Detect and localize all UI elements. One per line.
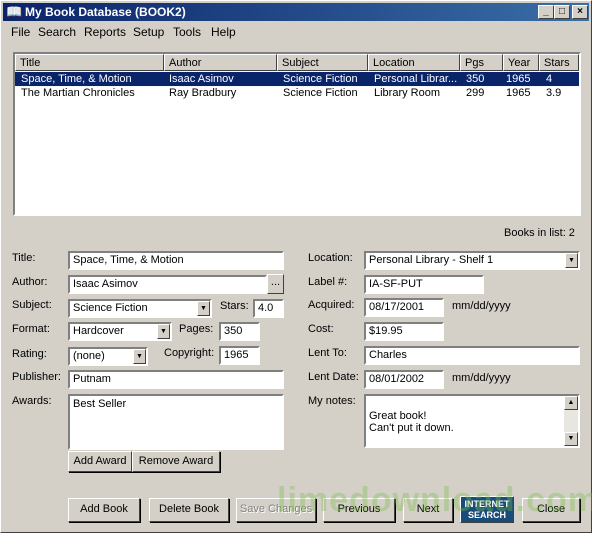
col-title[interactable]: Title bbox=[15, 54, 164, 71]
notes-field[interactable]: Great book! Can't put it down. ▲ ▼ bbox=[364, 394, 580, 448]
chevron-down-icon[interactable]: ▼ bbox=[157, 324, 170, 339]
cell-title: Space, Time, & Motion bbox=[21, 73, 132, 85]
cell-year: 1965 bbox=[506, 73, 531, 85]
close-window-button[interactable]: × bbox=[572, 5, 588, 19]
delete-book-button[interactable]: Delete Book bbox=[149, 498, 229, 522]
books-count: Books in list: 2 bbox=[504, 227, 575, 239]
app-window: 📖 My Book Database (BOOK2) _ □ × File Se… bbox=[0, 0, 592, 533]
cost-label: Cost: bbox=[308, 323, 334, 335]
menu-bar: File Search Reports Setup Tools Help bbox=[3, 22, 589, 40]
col-author[interactable]: Author bbox=[164, 54, 277, 71]
publisher-label: Publisher: bbox=[12, 371, 61, 383]
labelno-field[interactable]: IA-SF-PUT bbox=[364, 275, 484, 294]
cell-subject: Science Fiction bbox=[283, 73, 358, 85]
location-label: Location: bbox=[308, 252, 353, 264]
subject-value: Science Fiction bbox=[73, 302, 148, 314]
list-header: Title Author Subject Location Pgs Year S… bbox=[15, 54, 579, 71]
author-field[interactable]: Isaac Asimov bbox=[68, 275, 267, 294]
previous-button[interactable]: Previous bbox=[323, 498, 395, 522]
copyright-field[interactable]: 1965 bbox=[219, 346, 260, 365]
lentdate-label: Lent Date: bbox=[308, 371, 359, 383]
save-changes-button[interactable]: Save Changes bbox=[236, 498, 316, 522]
acquired-field[interactable]: 08/17/2001 bbox=[364, 298, 444, 317]
add-award-button[interactable]: Add Award bbox=[68, 451, 132, 472]
notes-text: Great book! Can't put it down. bbox=[369, 410, 454, 434]
rating-value: (none) bbox=[73, 350, 105, 362]
menu-tools[interactable]: Tools bbox=[173, 25, 201, 39]
cell-title: The Martian Chronicles bbox=[21, 87, 135, 99]
cell-year: 1965 bbox=[506, 87, 531, 99]
close-button[interactable]: Close bbox=[522, 498, 580, 522]
cell-stars: 3.9 bbox=[546, 87, 562, 99]
list-row[interactable]: Space, Time, & Motion Isaac Asimov Scien… bbox=[15, 71, 579, 87]
menu-reports[interactable]: Reports bbox=[84, 25, 126, 39]
col-year[interactable]: Year bbox=[503, 54, 539, 71]
col-pgs[interactable]: Pgs bbox=[460, 54, 503, 71]
location-select[interactable]: Personal Library - Shelf 1 ▼ bbox=[364, 251, 580, 270]
col-subject[interactable]: Subject bbox=[277, 54, 368, 71]
remove-award-button[interactable]: Remove Award bbox=[132, 451, 220, 472]
copyright-label: Copyright: bbox=[164, 347, 215, 359]
chevron-down-icon[interactable]: ▼ bbox=[565, 253, 578, 268]
lentdate-format-hint: mm/dd/yyyy bbox=[452, 372, 511, 384]
cell-pgs: 299 bbox=[466, 87, 485, 99]
chevron-down-icon[interactable]: ▼ bbox=[133, 349, 146, 364]
title-field[interactable]: Space, Time, & Motion bbox=[68, 251, 284, 270]
awards-list[interactable]: Best Seller bbox=[68, 394, 284, 450]
scroll-up-icon[interactable]: ▲ bbox=[564, 396, 578, 410]
notes-label: My notes: bbox=[308, 395, 356, 407]
lentto-label: Lent To: bbox=[308, 347, 347, 359]
chevron-down-icon[interactable]: ▼ bbox=[197, 301, 210, 316]
lentdate-field[interactable]: 08/01/2002 bbox=[364, 370, 444, 389]
stars-label: Stars: bbox=[220, 300, 249, 312]
pages-label: Pages: bbox=[179, 323, 214, 335]
cell-author: Isaac Asimov bbox=[169, 73, 234, 85]
list-row[interactable]: The Martian Chronicles Ray Bradbury Scie… bbox=[15, 86, 579, 100]
location-value: Personal Library - Shelf 1 bbox=[369, 254, 494, 266]
cell-stars: 4 bbox=[546, 73, 553, 85]
rating-select[interactable]: (none) ▼ bbox=[68, 347, 148, 366]
publisher-field[interactable]: Putnam bbox=[68, 370, 284, 389]
maximize-button[interactable]: □ bbox=[554, 5, 570, 19]
format-label: Format: bbox=[12, 323, 50, 335]
lentto-field[interactable]: Charles bbox=[364, 346, 580, 365]
acquired-label: Acquired: bbox=[308, 299, 355, 311]
labelno-label: Label #: bbox=[308, 276, 348, 288]
menu-search[interactable]: Search bbox=[38, 25, 76, 39]
notes-scrollbar[interactable]: ▲ ▼ bbox=[564, 396, 578, 446]
scroll-down-icon[interactable]: ▼ bbox=[564, 432, 578, 446]
subject-select[interactable]: Science Fiction ▼ bbox=[68, 299, 212, 318]
book-icon[interactable]: 📖 bbox=[6, 4, 22, 20]
menu-setup[interactable]: Setup bbox=[133, 25, 164, 39]
format-value: Hardcover bbox=[73, 325, 124, 337]
subject-label: Subject: bbox=[12, 299, 52, 311]
cell-location: Library Room bbox=[374, 87, 441, 99]
author-label: Author: bbox=[12, 276, 48, 288]
title-bar: 📖 My Book Database (BOOK2) _ □ × bbox=[3, 3, 589, 21]
menu-help[interactable]: Help bbox=[211, 25, 236, 39]
title-label: Title: bbox=[12, 252, 36, 264]
rating-label: Rating: bbox=[12, 348, 47, 360]
book-list[interactable]: Title Author Subject Location Pgs Year S… bbox=[13, 52, 581, 216]
minimize-button[interactable]: _ bbox=[538, 5, 554, 19]
cell-author: Ray Bradbury bbox=[169, 87, 237, 99]
col-stars[interactable]: Stars bbox=[539, 54, 579, 71]
window-title: My Book Database (BOOK2) bbox=[25, 5, 186, 19]
col-location[interactable]: Location bbox=[368, 54, 460, 71]
internet-search-button[interactable]: INTERNET SEARCH bbox=[460, 496, 514, 523]
pages-field[interactable]: 350 bbox=[219, 322, 260, 341]
author-browse-button[interactable]: ... bbox=[267, 274, 284, 294]
add-book-button[interactable]: Add Book bbox=[68, 498, 140, 522]
awards-label: Awards: bbox=[12, 395, 52, 407]
menu-file[interactable]: File bbox=[11, 25, 30, 39]
cell-subject: Science Fiction bbox=[283, 87, 358, 99]
next-button[interactable]: Next bbox=[403, 498, 453, 522]
acquired-format-hint: mm/dd/yyyy bbox=[452, 300, 511, 312]
cost-field[interactable]: $19.95 bbox=[364, 322, 444, 341]
stars-field[interactable]: 4.0 bbox=[253, 299, 284, 318]
format-select[interactable]: Hardcover ▼ bbox=[68, 322, 172, 341]
cell-location: Personal Librar... bbox=[374, 73, 458, 85]
cell-pgs: 350 bbox=[466, 73, 485, 85]
